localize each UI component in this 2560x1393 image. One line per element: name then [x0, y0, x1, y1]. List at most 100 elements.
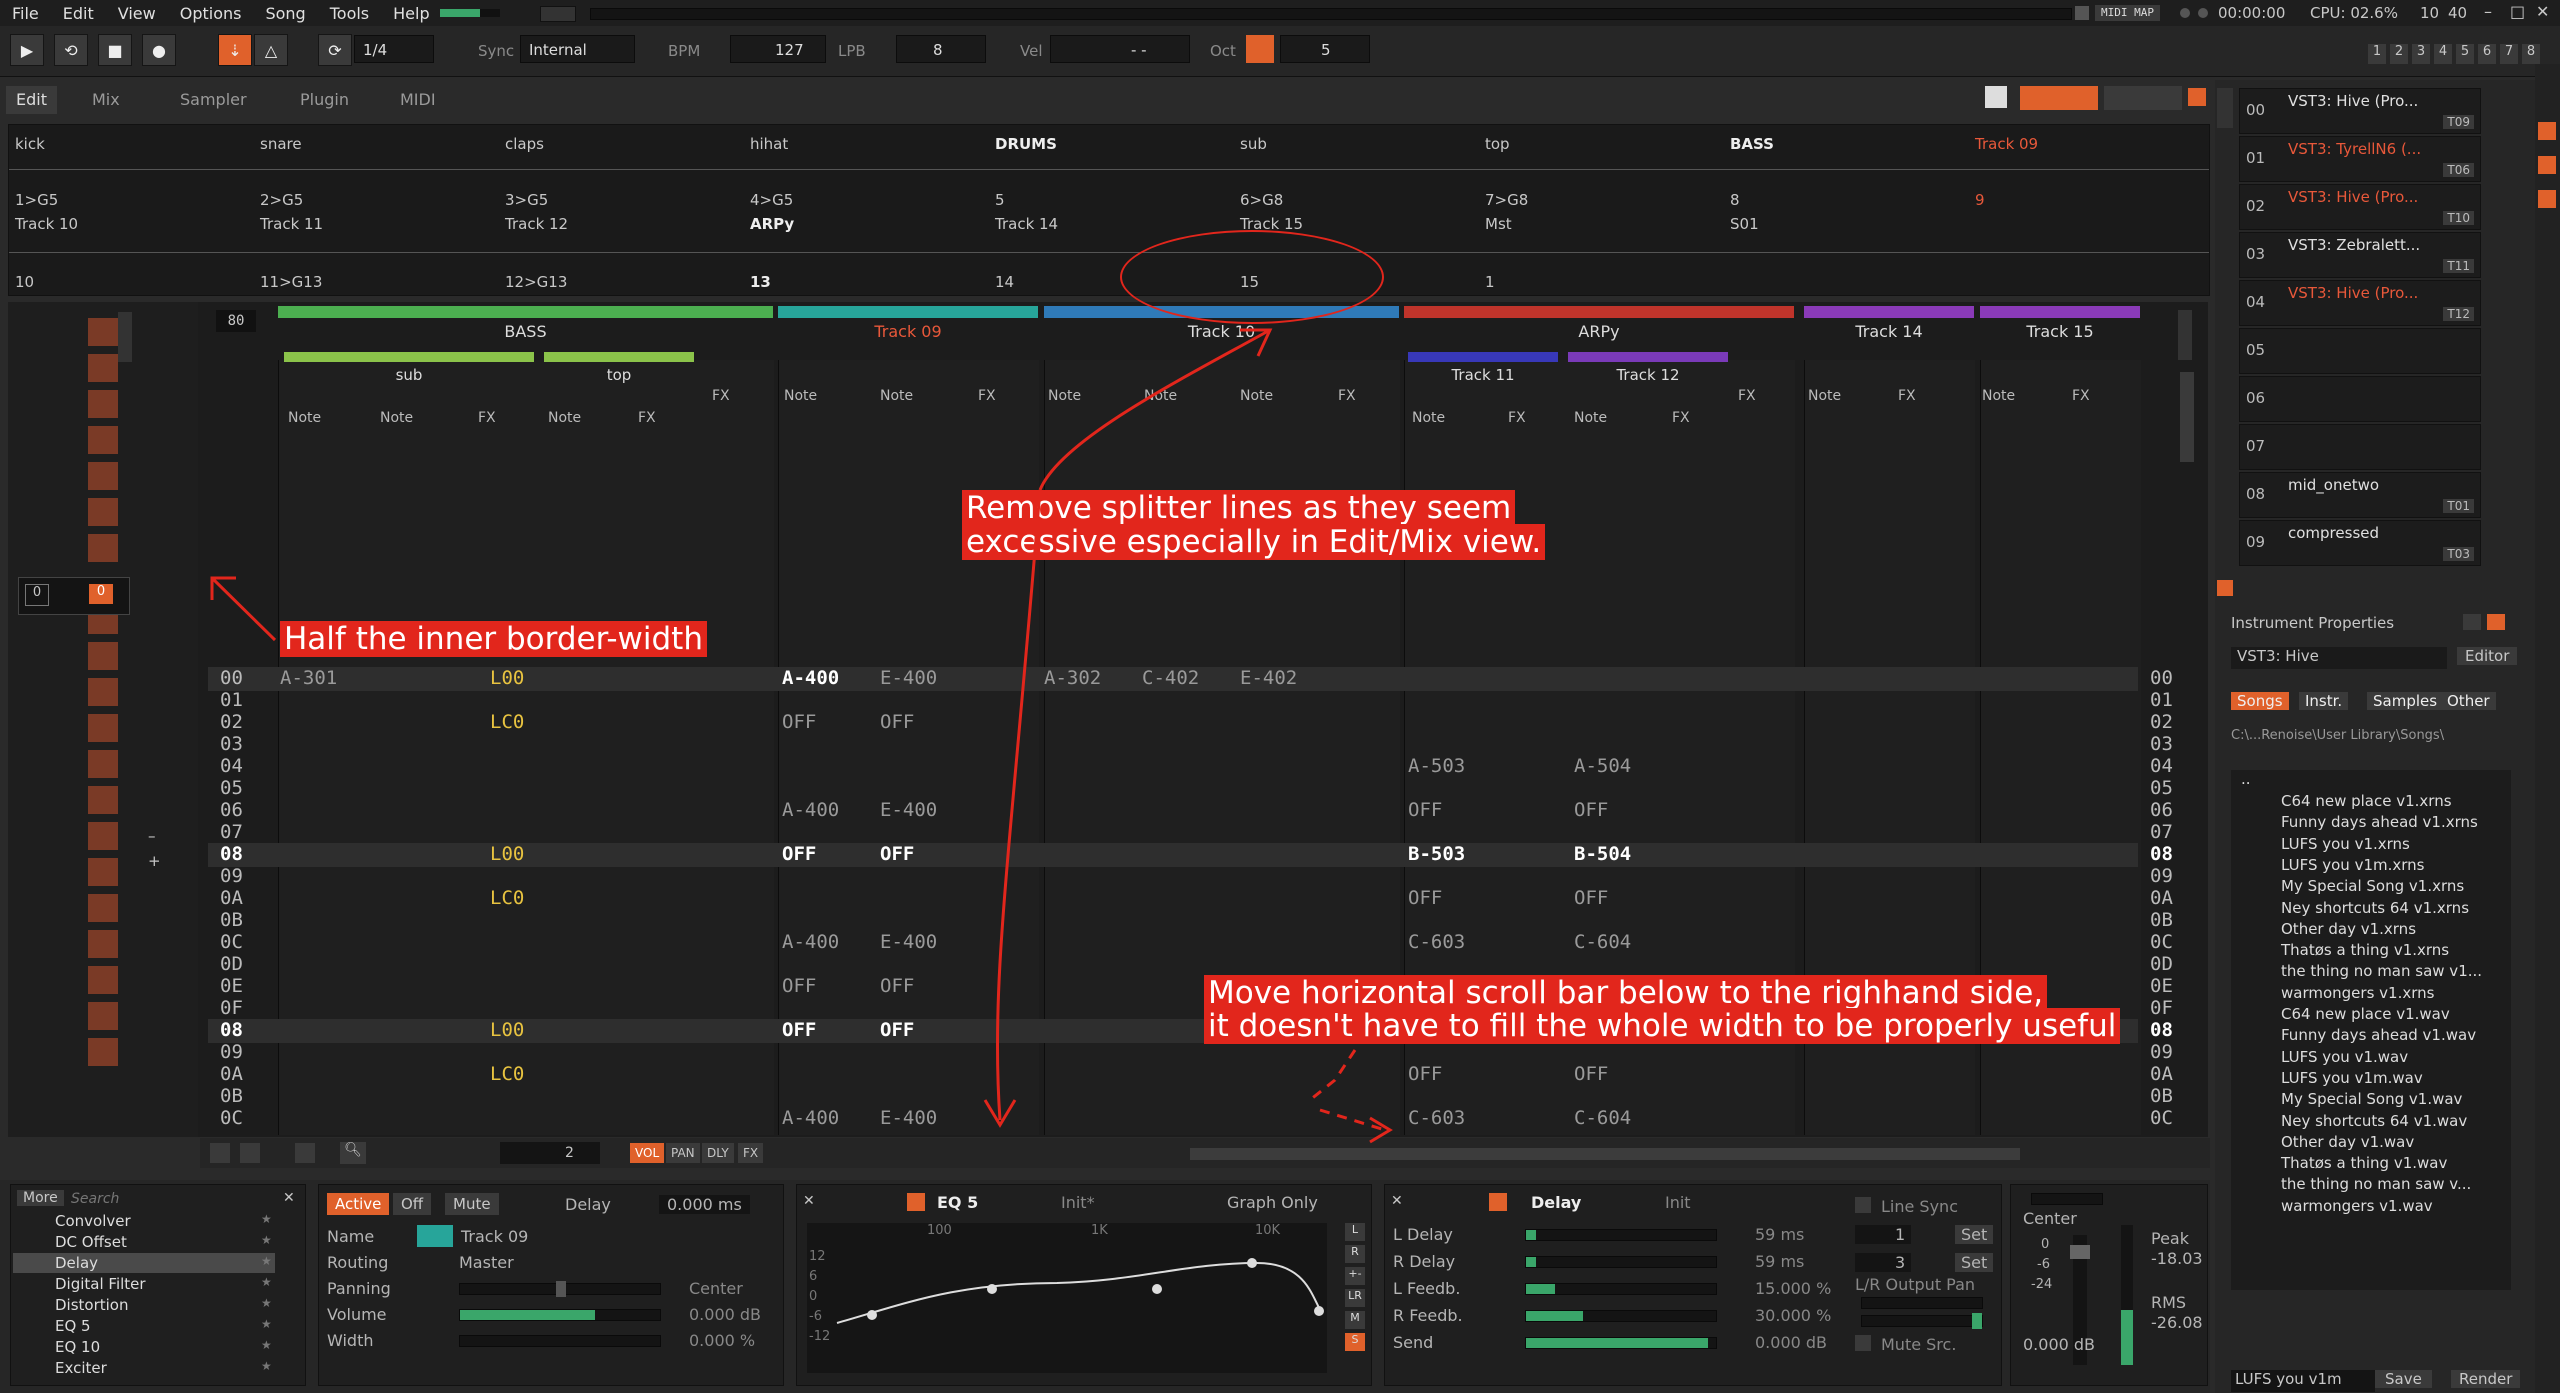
instrument-slot[interactable]: 00 VST3: Hive (Pro... T09 [2239, 88, 2481, 134]
l-sync-set-button[interactable]: Set [1955, 1225, 1994, 1244]
file-list-item[interactable]: warmongers v1.xrns [2281, 984, 2434, 1002]
r-sync-value[interactable]: 3 [1855, 1253, 1912, 1272]
file-list-item[interactable]: Funny days ahead v1.xrns [2281, 813, 2478, 831]
eq-channel-button[interactable]: R [1345, 1245, 1365, 1263]
expand-icon[interactable] [2487, 614, 2505, 630]
browser-tab[interactable]: Other [2441, 692, 2496, 710]
eq-mode-select[interactable]: Graph Only [1227, 1193, 1318, 1212]
file-list-item[interactable]: My Special Song v1.wav [2281, 1090, 2462, 1108]
list-icon[interactable] [2463, 614, 2481, 630]
delay-param-slider[interactable] [1525, 1310, 1717, 1322]
eq-graph[interactable]: 100 1K 10K 12 6 0 -6 -12 [807, 1223, 1327, 1373]
instrument-slot[interactable]: 04 VST3: Hive (Pro... T12 [2239, 280, 2481, 326]
line-sync-checkbox[interactable] [1855, 1197, 1871, 1213]
file-list-item[interactable]: Thatøs a thing v1.wav [2281, 1154, 2447, 1172]
off-button[interactable]: Off [393, 1193, 432, 1215]
instrument-select[interactable]: VST3: Hive [2231, 647, 2447, 669]
render-button[interactable]: Render [2451, 1370, 2521, 1388]
favorite-star-icon[interactable]: ★ [261, 1359, 272, 1373]
file-list-item[interactable]: LUFS you v1m.xrns [2281, 856, 2424, 874]
l-sync-value[interactable]: 1 [1855, 1225, 1912, 1244]
favorite-star-icon[interactable]: ★ [261, 1212, 272, 1226]
file-list-item[interactable]: C64 new place v1.wav [2281, 1005, 2450, 1023]
file-list-item[interactable]: C64 new place v1.xrns [2281, 792, 2452, 810]
device-tab-more[interactable]: More [17, 1190, 64, 1206]
delay-close-icon[interactable]: ✕ [1391, 1193, 1403, 1209]
delay-value[interactable]: 0.000 ms [659, 1195, 750, 1214]
favorite-star-icon[interactable]: ★ [261, 1338, 272, 1352]
eq-channel-button[interactable]: L [1345, 1223, 1365, 1241]
file-list-item[interactable]: LUFS you v1m.wav [2281, 1069, 2423, 1087]
editor-button[interactable]: Editor [2457, 647, 2518, 665]
favorite-star-icon[interactable]: ★ [261, 1296, 272, 1310]
routing-select[interactable]: Master [459, 1253, 514, 1272]
instrument-slot[interactable]: 05 [2239, 328, 2481, 374]
file-list-item[interactable]: Funny days ahead v1.wav [2281, 1026, 2476, 1044]
active-button[interactable]: Active [327, 1193, 390, 1215]
eq-channel-button[interactable]: +- [1345, 1267, 1365, 1285]
eq-channel-button[interactable]: M [1345, 1311, 1365, 1329]
eq-close-icon[interactable]: ✕ [803, 1193, 815, 1209]
instrument-slot[interactable]: 06 [2239, 376, 2481, 422]
clear-search-icon[interactable]: ✕ [283, 1190, 295, 1206]
favorite-star-icon[interactable]: ★ [261, 1254, 272, 1268]
side-orange-icon-3[interactable] [2538, 190, 2556, 208]
side-orange-icon-1[interactable] [2538, 122, 2556, 140]
inst-settings-icon[interactable] [2217, 580, 2233, 596]
filename-input[interactable]: LUFS you v1m [2231, 1370, 2375, 1392]
file-list-item[interactable]: LUFS you v1.wav [2281, 1048, 2408, 1066]
file-list-item[interactable]: My Special Song v1.xrns [2281, 877, 2464, 895]
file-list-item[interactable]: Other day v1.xrns [2281, 920, 2416, 938]
file-list-item[interactable]: Thatøs a thing v1.xrns [2281, 941, 2449, 959]
save-button[interactable]: Save [2375, 1370, 2432, 1388]
instrument-slot[interactable]: 08 mid_onetwo T01 [2239, 472, 2481, 518]
instrument-slot[interactable]: 01 VST3: TyrellN6 (... T06 [2239, 136, 2481, 182]
device-list-item[interactable]: Convolver ★ [13, 1211, 275, 1231]
eq-channel-button[interactable]: S [1345, 1333, 1365, 1351]
delay-enable-checkbox[interactable] [1489, 1193, 1507, 1211]
track-color-swatch[interactable] [417, 1225, 453, 1247]
delay-param-slider[interactable] [1525, 1256, 1717, 1268]
folder-up[interactable]: .. [2241, 770, 2251, 788]
file-list-item[interactable]: Ney shortcuts 64 v1.wav [2281, 1112, 2467, 1130]
file-list-item[interactable]: Ney shortcuts 64 v1.xrns [2281, 899, 2469, 917]
device-list-item[interactable]: Distortion ★ [13, 1295, 275, 1315]
delay-param-value: 15.000 % [1755, 1279, 1832, 1298]
delay-param-slider[interactable] [1525, 1283, 1717, 1295]
side-orange-icon-2[interactable] [2538, 156, 2556, 174]
mute-src-checkbox[interactable] [1855, 1335, 1871, 1351]
device-search-input[interactable] [69, 1189, 273, 1209]
favorite-star-icon[interactable]: ★ [261, 1233, 272, 1247]
file-list-item[interactable]: the thing no man saw v... [2281, 1175, 2471, 1193]
browser-tab[interactable]: Samples [2367, 692, 2444, 710]
delay-param-slider[interactable] [1525, 1337, 1717, 1349]
instrument-slot[interactable]: 09 compressed T03 [2239, 520, 2481, 566]
favorite-star-icon[interactable]: ★ [261, 1275, 272, 1289]
browser-tab[interactable]: Songs [2231, 692, 2289, 710]
delay-param-slider[interactable] [1525, 1229, 1717, 1241]
favorite-star-icon[interactable]: ★ [261, 1317, 272, 1331]
file-list-item[interactable]: warmongers v1.wav [2281, 1197, 2433, 1215]
instrument-slot[interactable]: 03 VST3: Zebralett... T11 [2239, 232, 2481, 278]
mute-button[interactable]: Mute [445, 1193, 499, 1215]
track-name[interactable]: Track 09 [461, 1227, 528, 1246]
eq-enable-checkbox[interactable] [907, 1193, 925, 1211]
browser-tab[interactable]: Instr. [2299, 692, 2349, 710]
device-list-item[interactable]: EQ 10 ★ [13, 1337, 275, 1357]
delay-preset[interactable]: Init [1665, 1193, 1691, 1212]
instrument-slot[interactable]: 02 VST3: Hive (Pro... T10 [2239, 184, 2481, 230]
device-list-item[interactable]: Digital Filter ★ [13, 1274, 275, 1294]
inst-collapse-icon[interactable] [2217, 88, 2233, 128]
instrument-slot-name: VST3: Zebralett... [2288, 236, 2421, 254]
instrument-slot[interactable]: 07 [2239, 424, 2481, 470]
device-list-item[interactable]: EQ 5 ★ [13, 1316, 275, 1336]
file-list-item[interactable]: LUFS you v1.xrns [2281, 835, 2410, 853]
r-sync-set-button[interactable]: Set [1955, 1253, 1994, 1272]
file-list-item[interactable]: Other day v1.wav [2281, 1133, 2414, 1151]
eq-preset[interactable]: Init* [1061, 1193, 1095, 1212]
device-list-item[interactable]: DC Offset ★ [13, 1232, 275, 1252]
device-list-item[interactable]: Delay ★ [13, 1253, 275, 1273]
file-list-item[interactable]: the thing no man saw v1... [2281, 962, 2482, 980]
device-list-item[interactable]: Exciter ★ [13, 1358, 275, 1378]
eq-channel-button[interactable]: LR [1345, 1289, 1365, 1307]
